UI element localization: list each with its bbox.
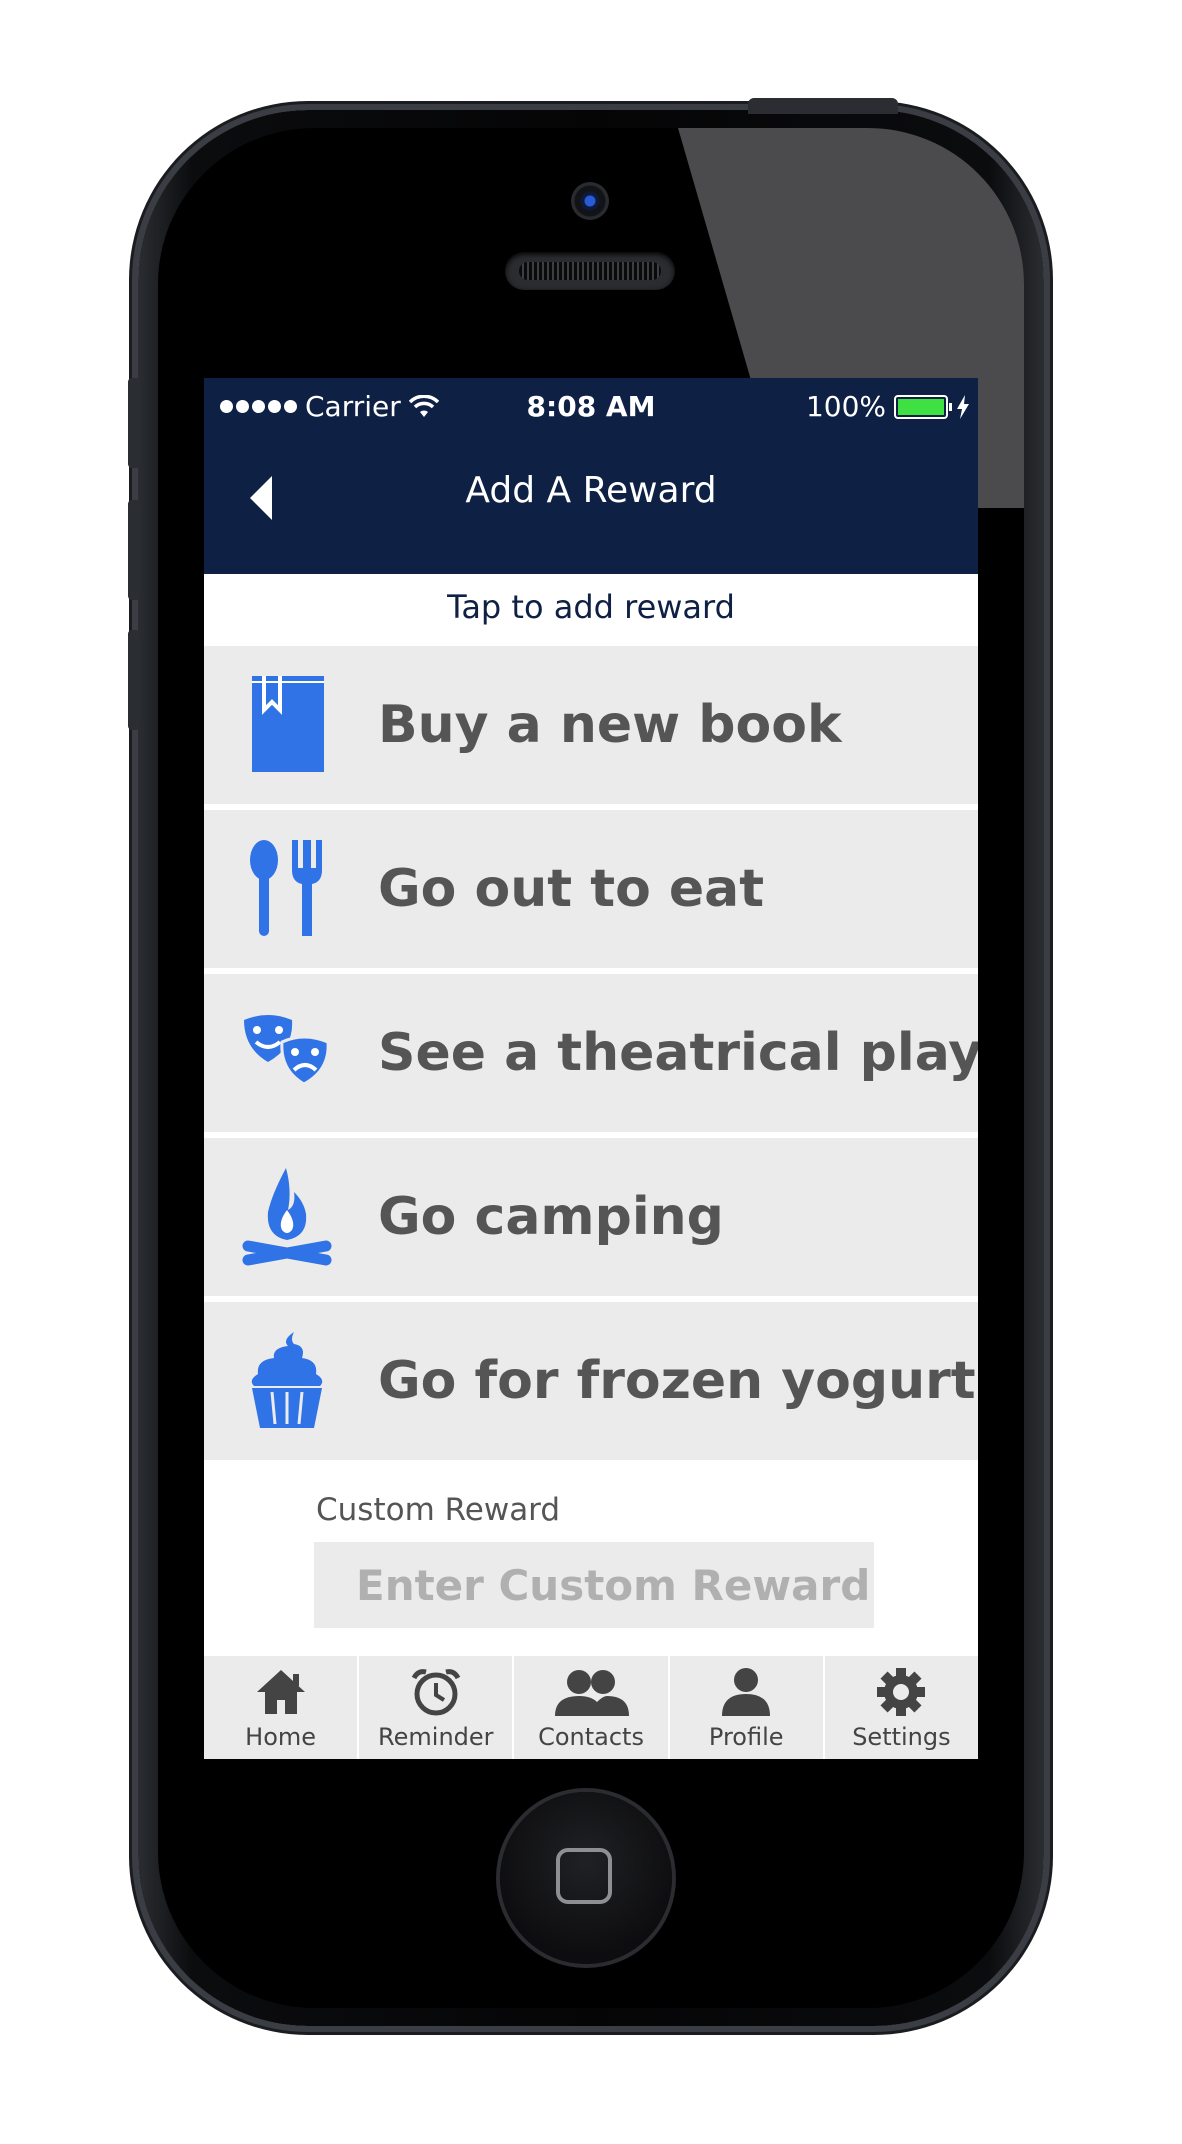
reward-item-camping[interactable]: Go camping bbox=[204, 1138, 978, 1296]
mute-switch bbox=[128, 378, 140, 468]
page-title: Add A Reward bbox=[465, 470, 717, 511]
volume-up-button bbox=[128, 500, 140, 600]
battery-percentage: 100% bbox=[805, 390, 886, 423]
reward-label: Buy a new book bbox=[378, 695, 842, 755]
tab-reminder[interactable]: Reminder bbox=[357, 1656, 512, 1759]
tab-label: Profile bbox=[708, 1723, 784, 1751]
tab-profile[interactable]: Profile bbox=[667, 1656, 823, 1759]
tab-label: Reminder bbox=[378, 1723, 494, 1751]
utensils-icon bbox=[250, 840, 322, 936]
contacts-icon bbox=[555, 1670, 629, 1716]
navbar: Carrier 8:08 AM 100% Add A Reward bbox=[204, 378, 978, 574]
charging-bolt-icon bbox=[957, 394, 969, 419]
theater-masks-icon bbox=[244, 1015, 330, 1086]
gear-icon bbox=[877, 1668, 926, 1716]
app-screen: Carrier 8:08 AM 100% Add A Reward Tap to… bbox=[204, 378, 978, 1759]
reward-label: See a theatrical play bbox=[378, 1023, 978, 1083]
custom-reward-label: Custom Reward bbox=[316, 1492, 561, 1528]
tab-label: Contacts bbox=[538, 1723, 644, 1751]
reward-item-theater[interactable]: See a theatrical play bbox=[204, 974, 978, 1132]
reward-label: Go for frozen yogurt bbox=[378, 1351, 976, 1411]
alarm-clock-icon bbox=[411, 1669, 461, 1716]
reward-label: Go camping bbox=[378, 1187, 724, 1247]
volume-down-button bbox=[128, 630, 140, 730]
reward-item-frozen-yogurt[interactable]: Go for frozen yogurt bbox=[204, 1302, 978, 1460]
earpiece-speaker bbox=[505, 252, 675, 290]
home-icon bbox=[256, 1670, 305, 1714]
front-camera bbox=[571, 182, 609, 220]
tab-contacts[interactable]: Contacts bbox=[512, 1656, 667, 1759]
frozen-yogurt-icon bbox=[251, 1332, 323, 1428]
instruction-text: Tap to add reward bbox=[447, 588, 735, 626]
tab-label: Home bbox=[245, 1723, 317, 1751]
battery-icon bbox=[894, 394, 952, 419]
power-button bbox=[748, 98, 898, 114]
tab-settings[interactable]: Settings bbox=[822, 1656, 978, 1759]
reward-item-book[interactable]: Buy a new book bbox=[204, 646, 978, 804]
profile-icon bbox=[722, 1668, 771, 1716]
custom-reward-input[interactable] bbox=[314, 1542, 874, 1628]
home-hardware-button[interactable] bbox=[500, 1792, 672, 1964]
status-bar: Carrier 8:08 AM 100% bbox=[204, 390, 978, 424]
tab-bar: Home Reminder Contacts Profile Settings bbox=[204, 1656, 978, 1759]
reward-item-eat[interactable]: Go out to eat bbox=[204, 810, 978, 968]
tab-home[interactable]: Home bbox=[204, 1656, 357, 1759]
campfire-icon bbox=[242, 1168, 332, 1266]
tab-label: Settings bbox=[852, 1723, 951, 1751]
book-icon bbox=[252, 676, 324, 772]
reward-label: Go out to eat bbox=[378, 859, 765, 919]
